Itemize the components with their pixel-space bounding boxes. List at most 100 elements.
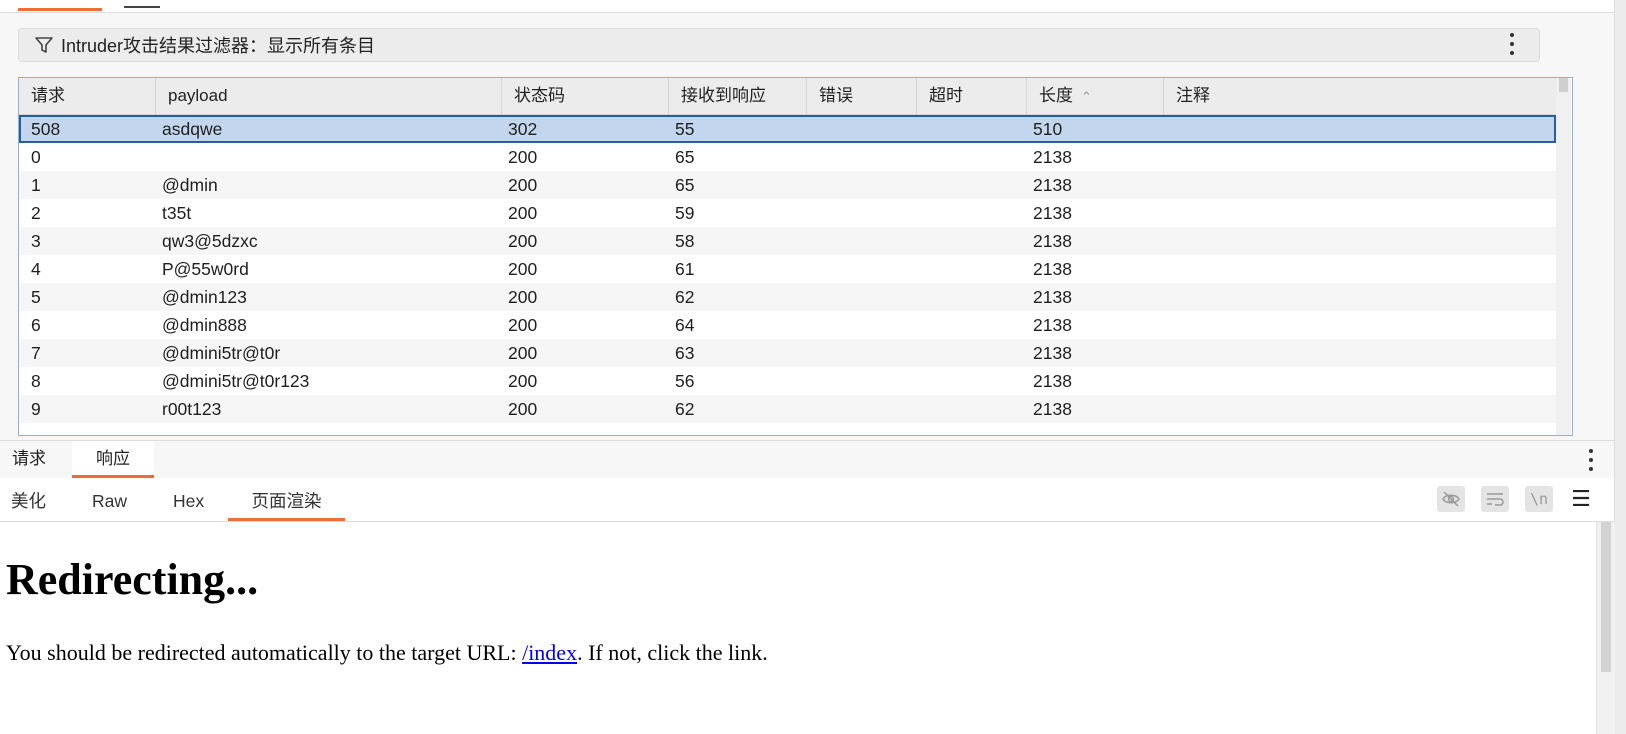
- hamburger-menu-icon[interactable]: ☰: [1570, 486, 1592, 511]
- rendered-page: Redirecting... You should be redirected …: [0, 522, 1596, 734]
- table-cell: 55: [675, 119, 695, 139]
- table-cell: 61: [675, 259, 695, 279]
- table-row[interactable]: 6 @dmin888 200 64 2138: [19, 311, 1556, 339]
- table-row[interactable]: 0 200 65 2138: [19, 143, 1556, 171]
- table-cell: 1: [31, 175, 41, 195]
- table-cell: 2138: [1033, 315, 1072, 335]
- table-cell: @dmin: [162, 175, 218, 195]
- rendered-text-before: You should be redirected automatically t…: [6, 640, 523, 665]
- table-row[interactable]: 3 qw3@5dzxc 200 58 2138: [19, 227, 1556, 255]
- table-cell: 7: [31, 343, 41, 363]
- table-cell: 65: [675, 175, 695, 195]
- table-cell: 6: [31, 315, 41, 335]
- table-cell: 302: [508, 119, 538, 139]
- table-cell: 62: [675, 399, 695, 419]
- window-right-edge: [1614, 0, 1626, 734]
- table-row[interactable]: 9 r00t123 200 62 2138: [19, 395, 1556, 423]
- table-cell: 200: [508, 231, 538, 251]
- table-cell: 200: [508, 315, 538, 335]
- table-cell: asdqwe: [162, 119, 223, 139]
- table-cell: 2138: [1033, 259, 1072, 279]
- tab-pretty[interactable]: 美化: [11, 478, 46, 521]
- table-body: 508 asdqwe 302 55 510 0 200 65 2138 1 @dmin 200 65 21…: [19, 115, 1556, 423]
- table-cell: 2138: [1033, 287, 1072, 307]
- tab-raw[interactable]: Raw: [92, 478, 127, 521]
- table-cell: 63: [675, 343, 695, 363]
- message-tabs: 请求 响应: [0, 440, 1614, 479]
- rendered-text-after: . If not, click the link.: [577, 640, 768, 665]
- table-cell: 200: [508, 175, 538, 195]
- table-cell: @dmini5tr@t0r123: [162, 371, 310, 391]
- tab-response[interactable]: 响应: [72, 441, 154, 478]
- render-scrollbar[interactable]: [1596, 522, 1615, 734]
- table-cell: 64: [675, 315, 695, 335]
- filter-more-icon[interactable]: [1505, 31, 1519, 57]
- table-cell: 9: [31, 399, 41, 419]
- table-scrollbar-thumb[interactable]: [1559, 78, 1568, 92]
- table-cell: 2: [31, 203, 41, 223]
- tab-render[interactable]: 页面渲染: [228, 478, 345, 521]
- render-scrollbar-thumb[interactable]: [1601, 522, 1611, 672]
- table-cell: 200: [508, 259, 538, 279]
- col-header-error[interactable]: 错误: [807, 78, 917, 114]
- table-row[interactable]: 4 P@55w0rd 200 61 2138: [19, 255, 1556, 283]
- results-table: 请求 payload 状态码 接收到响应 错误 超时 长度 ⌃ 注释 508 asd…: [18, 77, 1573, 436]
- table-cell: 2138: [1033, 203, 1072, 223]
- newline-toggle-button[interactable]: \n: [1525, 486, 1553, 512]
- table-cell: 200: [508, 287, 538, 307]
- table-cell: 2138: [1033, 231, 1072, 251]
- active-top-tab-indicator[interactable]: [18, 8, 102, 11]
- sort-ascending-icon: ⌃: [1081, 89, 1092, 104]
- table-cell: 200: [508, 399, 538, 419]
- table-cell: 508: [31, 119, 61, 139]
- top-tab-strip: [0, 0, 1626, 13]
- col-header-status[interactable]: 状态码: [502, 78, 669, 114]
- table-cell: 3: [31, 231, 41, 251]
- response-view-tabs: 美化 Raw Hex 页面渲染 \n ☰: [0, 478, 1614, 522]
- table-cell: 0: [31, 147, 41, 167]
- col-header-payload[interactable]: payload: [156, 78, 502, 114]
- col-header-timeout[interactable]: 超时: [917, 78, 1027, 114]
- table-cell: 2138: [1033, 147, 1072, 167]
- filter-label: Intruder攻击结果过滤器：显示所有条目: [61, 36, 376, 56]
- table-cell: 5: [31, 287, 41, 307]
- table-row[interactable]: 508 asdqwe 302 55 510: [19, 115, 1556, 143]
- table-row[interactable]: 5 @dmin123 200 62 2138: [19, 283, 1556, 311]
- table-cell: 62: [675, 287, 695, 307]
- tab-request[interactable]: 请求: [12, 441, 46, 478]
- rendered-heading: Redirecting...: [6, 555, 259, 604]
- table-row[interactable]: 2 t35t 200 59 2138: [19, 199, 1556, 227]
- table-cell: 2138: [1033, 343, 1072, 363]
- table-cell: qw3@5dzxc: [162, 231, 258, 251]
- table-header: 请求 payload 状态码 接收到响应 错误 超时 长度 ⌃ 注释: [19, 78, 1556, 115]
- table-cell: t35t: [162, 203, 192, 223]
- table-cell: @dmin123: [162, 287, 247, 307]
- table-row[interactable]: 8 @dmini5tr@t0r123 200 56 2138: [19, 367, 1556, 395]
- results-filter-bar[interactable]: Intruder攻击结果过滤器：显示所有条目: [18, 28, 1540, 62]
- table-scrollbar[interactable]: [1556, 78, 1571, 435]
- top-tab-indicator[interactable]: [124, 6, 160, 8]
- col-header-length[interactable]: 长度 ⌃: [1027, 78, 1164, 114]
- table-cell: 2138: [1033, 175, 1072, 195]
- col-header-request[interactable]: 请求: [19, 78, 156, 114]
- col-header-response-received[interactable]: 接收到响应: [669, 78, 807, 114]
- table-cell: 510: [1033, 119, 1063, 139]
- table-cell: P@55w0rd: [162, 259, 249, 279]
- table-cell: 2138: [1033, 399, 1072, 419]
- table-cell: 2138: [1033, 371, 1072, 391]
- message-more-icon[interactable]: [1584, 447, 1598, 473]
- table-row[interactable]: 7 @dmini5tr@t0r 200 63 2138: [19, 339, 1556, 367]
- table-cell: 200: [508, 343, 538, 363]
- wrap-lines-icon[interactable]: [1481, 486, 1509, 512]
- table-row[interactable]: 1 @dmin 200 65 2138: [19, 171, 1556, 199]
- filter-icon: [33, 34, 55, 56]
- table-cell: 200: [508, 203, 538, 223]
- table-cell: 8: [31, 371, 41, 391]
- index-link[interactable]: /index: [522, 640, 577, 665]
- rendered-paragraph: You should be redirected automatically t…: [6, 640, 768, 666]
- table-cell: 200: [508, 147, 538, 167]
- eye-off-icon[interactable]: [1437, 486, 1465, 512]
- col-header-comment[interactable]: 注释: [1164, 78, 1556, 114]
- table-cell: r00t123: [162, 399, 222, 419]
- tab-hex[interactable]: Hex: [173, 478, 204, 521]
